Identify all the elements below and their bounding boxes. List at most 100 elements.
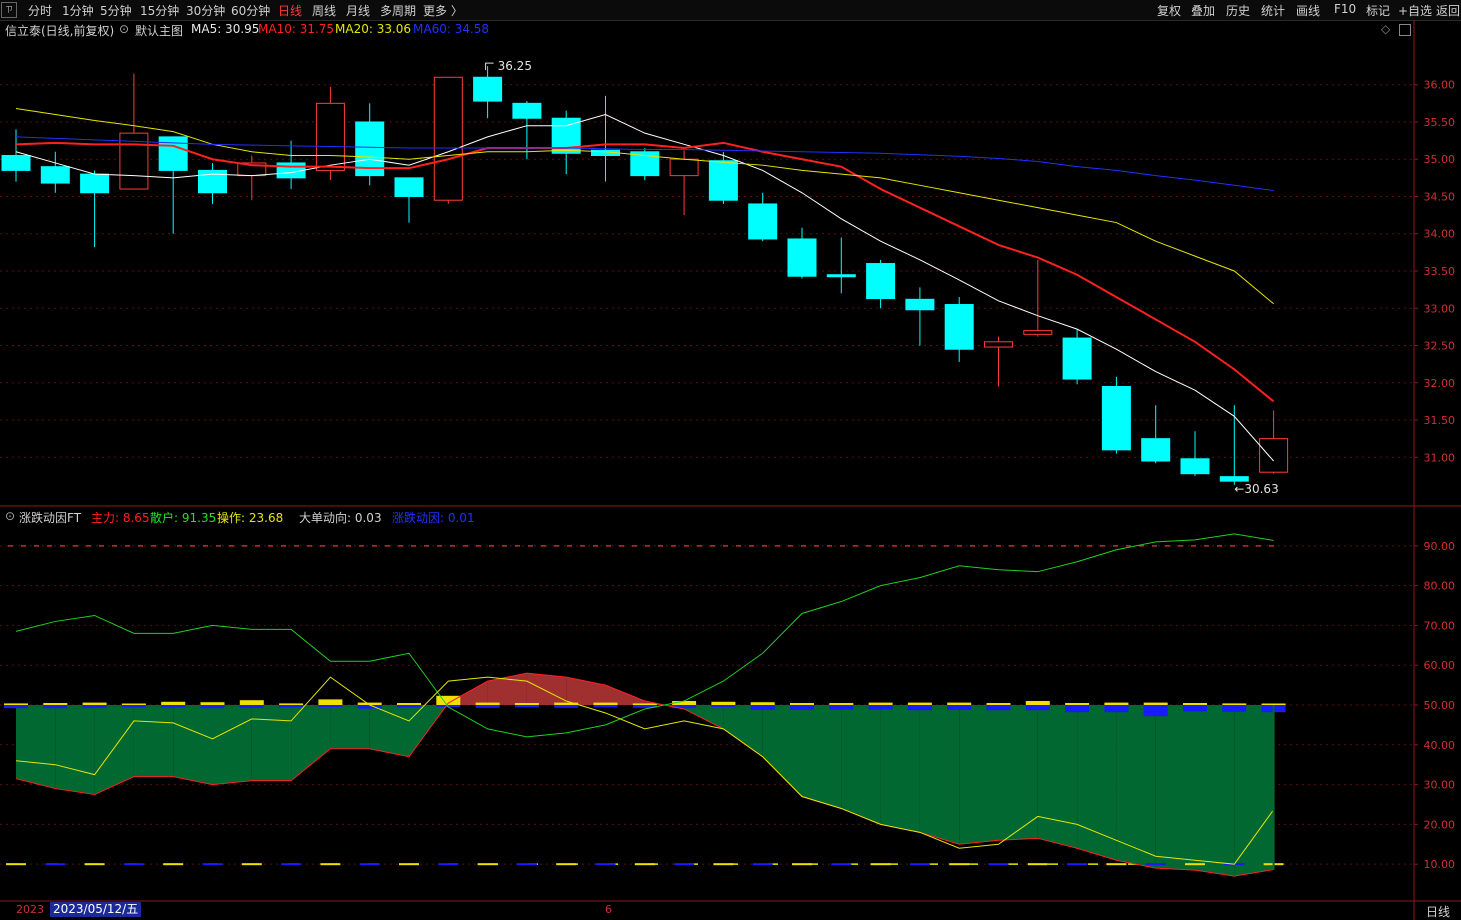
- zhangdie-bar: [279, 705, 304, 708]
- sub-tick-label: 30.00: [1424, 779, 1456, 792]
- sub-tick-label: 70.00: [1424, 619, 1456, 632]
- chart-toggle-icon[interactable]: ◇: [1381, 22, 1390, 36]
- zhangdie-bar: [750, 705, 775, 710]
- dadan-bar: [554, 702, 579, 705]
- template-selector[interactable]: 默认主图: [135, 22, 183, 39]
- baseline-marker: [595, 863, 616, 866]
- zhuli-fill: [291, 705, 331, 781]
- period-tab-5[interactable]: 60分钟: [231, 2, 270, 19]
- zhangdie-bar: [947, 705, 972, 710]
- candle-body: [551, 117, 581, 154]
- candle-body: [984, 341, 1013, 348]
- toolbar-button-1[interactable]: 叠加: [1191, 2, 1215, 19]
- main-tick-label: 35.50: [1424, 116, 1456, 129]
- candle-body: [433, 76, 463, 201]
- zhuli-fill: [173, 705, 213, 785]
- toolbar-button-2[interactable]: 历史: [1226, 2, 1250, 19]
- main-tick-label: 34.00: [1424, 228, 1456, 241]
- main-tick-label: 33.00: [1424, 302, 1456, 315]
- period-tab-8[interactable]: 月线: [346, 2, 370, 19]
- baseline-marker: [1067, 863, 1088, 866]
- toolbar-button-5[interactable]: F10: [1334, 2, 1356, 16]
- zhuli-fill: [16, 705, 56, 789]
- candle-body: [708, 160, 738, 201]
- period-tab-10[interactable]: 更多 〉: [423, 2, 463, 19]
- zhuli-fill: [919, 705, 960, 845]
- candle-body: [40, 166, 70, 184]
- ma60-label: MA60: 34.58: [413, 22, 490, 36]
- toolbar-button-7[interactable]: +自选: [1398, 2, 1432, 19]
- sub-line-2: [15, 676, 1275, 865]
- baseline-marker: [438, 863, 459, 866]
- zhuli-label: 主力: 8.65: [91, 511, 150, 525]
- zhangdie-bar: [1143, 705, 1168, 717]
- baseline-marker: [713, 863, 734, 866]
- toolbar-button-8[interactable]: 返回: [1436, 2, 1460, 19]
- baseline-marker: [1027, 863, 1048, 866]
- main-tick-label: 31.00: [1424, 451, 1456, 464]
- sub-tick-label: 20.00: [1424, 818, 1456, 831]
- zhangdie-bar: [82, 705, 107, 708]
- period-tab-9[interactable]: 多周期: [380, 2, 416, 19]
- dadan-bar: [475, 702, 500, 705]
- toolbar-button-6[interactable]: 标记: [1366, 2, 1390, 19]
- dadan-bar: [790, 703, 814, 705]
- baseline-marker: [123, 863, 144, 866]
- zhuli-fill: [1116, 705, 1156, 869]
- zhuli-fill: [330, 705, 370, 749]
- toolbar-button-0[interactable]: 复权: [1157, 2, 1181, 19]
- period-tab-1[interactable]: 1分钟: [62, 2, 94, 19]
- candle-body: [158, 136, 188, 171]
- period-tab-6[interactable]: 日线: [278, 2, 302, 19]
- baseline-marker: [1263, 863, 1284, 866]
- ma10-line: [15, 141, 1275, 403]
- period-tab-3[interactable]: 15分钟: [140, 2, 179, 19]
- zhuli-fill: [487, 673, 527, 705]
- zhangdie-bar: [672, 705, 697, 709]
- baseline-marker: [399, 863, 419, 866]
- main-tick-label: 32.00: [1424, 377, 1456, 390]
- candle-body: [198, 169, 227, 194]
- high-marker-arrow: [485, 62, 494, 71]
- zhangdie-bar: [868, 705, 893, 710]
- toolbar-button-4[interactable]: 画线: [1296, 2, 1320, 19]
- zhuli-fill: [1077, 705, 1117, 861]
- baseline-marker: [241, 863, 262, 866]
- dadan-bar: [161, 701, 186, 705]
- candle-body: [512, 102, 542, 119]
- period-toolbar: ㄗ 分时 1分钟 5分钟 15分钟 30分钟 60分钟 日线 周线 月线 多周期 更多 〉 复权 叠加…: [0, 0, 1461, 21]
- caozuo-label: 操作: 23.68: [217, 511, 284, 525]
- sub-tick-label: 90.00: [1424, 540, 1456, 553]
- baseline-marker: [202, 863, 223, 866]
- candle-body: [1023, 330, 1053, 335]
- period-tab-7[interactable]: 周线: [312, 2, 336, 19]
- indicator-toggle-icon[interactable]: ⊙: [5, 509, 15, 523]
- chart-maximize-icon[interactable]: [1399, 24, 1411, 36]
- template-dropdown-icon[interactable]: ⊙: [119, 22, 129, 36]
- baseline-marker: [752, 863, 773, 866]
- main-tick-label: 34.50: [1424, 190, 1456, 203]
- toolbar-button-3[interactable]: 统计: [1261, 2, 1285, 19]
- zhuli-fill: [802, 705, 842, 809]
- indicator-name[interactable]: 涨跌动因FT: [19, 509, 81, 526]
- period-tab-0[interactable]: 分时: [28, 2, 52, 19]
- candle-body: [119, 132, 149, 190]
- candle-body: [80, 173, 110, 194]
- ma60-line: [15, 136, 1274, 192]
- zhuli-fill: [1155, 705, 1195, 871]
- dadan-bar: [514, 703, 539, 705]
- period-tab-4[interactable]: 30分钟: [186, 2, 225, 19]
- stock-title: 信立泰(日线,前复权): [5, 24, 115, 38]
- candle-body: [1219, 476, 1249, 482]
- zhangdie-label: 涨跌动因: 0.01: [392, 511, 475, 525]
- app-logo-icon[interactable]: ㄗ: [1, 2, 17, 18]
- zhangdie-bar: [790, 705, 814, 710]
- zhangdie-bar: [1104, 705, 1129, 713]
- candle-body: [1141, 438, 1171, 462]
- candle-body: [630, 151, 660, 177]
- candle-body: [315, 102, 345, 171]
- period-tab-2[interactable]: 5分钟: [100, 2, 132, 19]
- high-marker: 36.25: [498, 59, 532, 73]
- baseline-marker: [1145, 863, 1166, 866]
- zhuli-fill: [684, 705, 724, 729]
